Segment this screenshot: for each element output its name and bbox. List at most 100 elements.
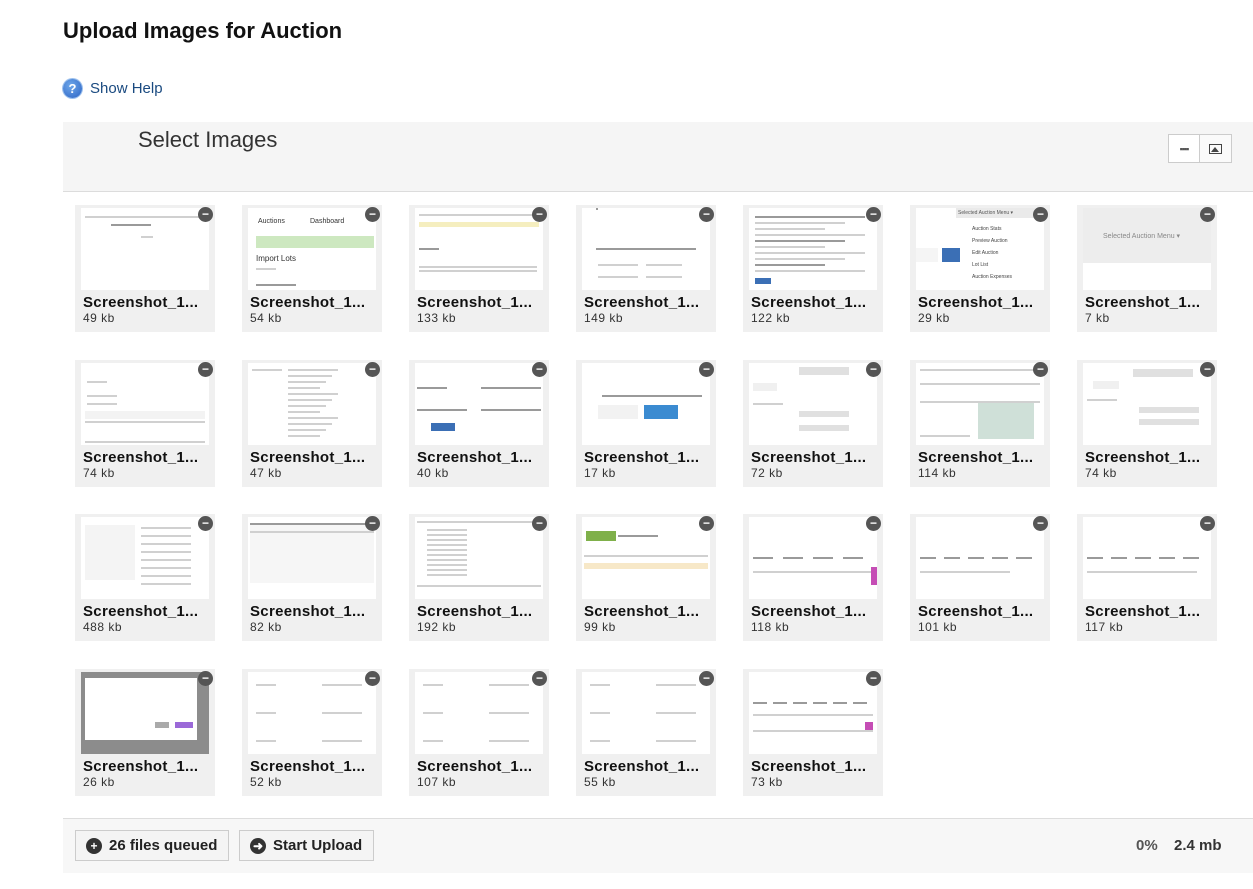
thumb-line xyxy=(598,276,638,278)
add-icon: + xyxy=(86,837,102,854)
file-tile[interactable]: Screenshot_1... 133 kb − xyxy=(409,205,549,332)
thumb-line xyxy=(753,714,873,716)
file-tile[interactable]: Selected Auction Menu ▾ Screenshot_1... 7 … xyxy=(1077,205,1217,332)
file-tile[interactable]: Screenshot_1... 26 kb − xyxy=(75,669,215,796)
file-tile[interactable]: Screenshot_1... 118 kb − xyxy=(743,514,883,641)
thumb-line xyxy=(813,557,833,559)
thumb-line xyxy=(755,228,825,230)
file-tile[interactable]: Screenshot_1... 74 kb − xyxy=(75,360,215,487)
file-size: 55 kb xyxy=(584,775,616,789)
remove-file-icon[interactable]: − xyxy=(866,516,881,531)
show-help-label[interactable]: Show Help xyxy=(90,80,163,97)
file-thumbnail xyxy=(81,672,209,754)
file-name: Screenshot_1... xyxy=(1085,603,1201,620)
thumb-line xyxy=(755,270,865,272)
remove-file-icon[interactable]: − xyxy=(532,362,547,377)
thumb-block xyxy=(942,248,960,262)
thumb-block xyxy=(799,411,849,417)
thumb-line xyxy=(843,557,863,559)
remove-file-icon[interactable]: − xyxy=(365,516,380,531)
file-tile[interactable]: Screenshot_1... 122 kb − xyxy=(743,205,883,332)
thumb-block xyxy=(755,278,771,284)
grid-view-button[interactable]: ▪▪▪▪ xyxy=(1168,134,1200,163)
file-name: Screenshot_1... xyxy=(918,603,1034,620)
thumb-line xyxy=(755,246,825,248)
start-upload-button[interactable]: ➜ Start Upload xyxy=(239,830,375,861)
file-tile[interactable]: Screenshot_1... 192 kb − xyxy=(409,514,549,641)
file-tile[interactable]: Screenshot_1... 82 kb − xyxy=(242,514,382,641)
remove-file-icon[interactable]: − xyxy=(699,207,714,222)
thumb-line xyxy=(753,557,773,559)
remove-file-icon[interactable]: − xyxy=(198,516,213,531)
file-tile[interactable]: Screenshot_1... 101 kb − xyxy=(910,514,1050,641)
file-thumbnail: Selected Auction Menu ▾ Auction Stats Prev… xyxy=(916,208,1044,290)
remove-file-icon[interactable]: − xyxy=(532,671,547,686)
thumb-line xyxy=(252,369,282,371)
file-tile[interactable]: Screenshot_1... 149 kb − xyxy=(576,205,716,332)
thumb-line xyxy=(288,381,326,383)
file-tile[interactable]: Screenshot_1... 114 kb − xyxy=(910,360,1050,487)
show-help-link[interactable]: ? Show Help xyxy=(63,79,163,98)
remove-file-icon[interactable]: − xyxy=(365,671,380,686)
remove-file-icon[interactable]: − xyxy=(1033,207,1048,222)
thumb-line xyxy=(920,571,1010,573)
remove-file-icon[interactable]: − xyxy=(699,671,714,686)
file-thumbnail xyxy=(248,672,376,754)
file-tile[interactable]: Screenshot_1... 40 kb − xyxy=(409,360,549,487)
thumb-line xyxy=(1183,557,1199,559)
file-tile[interactable]: Screenshot_1... 55 kb − xyxy=(576,669,716,796)
file-tile[interactable]: Screenshot_1... 47 kb − xyxy=(242,360,382,487)
remove-file-icon[interactable]: − xyxy=(198,362,213,377)
remove-file-icon[interactable]: − xyxy=(866,362,881,377)
thumb-line xyxy=(753,702,767,704)
file-tile[interactable]: Selected Auction Menu ▾ Auction Stats Prev… xyxy=(910,205,1050,332)
remove-file-icon[interactable]: − xyxy=(532,207,547,222)
file-size: 118 kb xyxy=(751,620,790,634)
file-name: Screenshot_1... xyxy=(250,449,366,466)
files-queued-button[interactable]: + 26 files queued xyxy=(75,830,230,861)
remove-file-icon[interactable]: − xyxy=(1033,516,1048,531)
thumb-line xyxy=(992,557,1008,559)
remove-file-icon[interactable]: − xyxy=(699,362,714,377)
remove-file-icon[interactable]: − xyxy=(1200,362,1215,377)
file-tile[interactable]: Screenshot_1... 73 kb − xyxy=(743,669,883,796)
file-tile[interactable]: Auctions Dashboard Import Lots Screenshot_1… xyxy=(242,205,382,332)
thumb-block xyxy=(417,379,447,387)
file-tile[interactable]: Screenshot_1... 117 kb − xyxy=(1077,514,1217,641)
thumb-line xyxy=(85,216,205,218)
thumb-block xyxy=(1133,369,1193,377)
remove-file-icon[interactable]: − xyxy=(1033,362,1048,377)
remove-file-icon[interactable]: − xyxy=(1200,516,1215,531)
file-tile[interactable]: Screenshot_1... 488 kb − xyxy=(75,514,215,641)
thumb-line xyxy=(755,252,865,254)
thumb-line xyxy=(656,712,696,714)
thumb-line xyxy=(288,369,338,371)
thumb-line xyxy=(853,702,867,704)
remove-file-icon[interactable]: − xyxy=(365,362,380,377)
thumb-line xyxy=(427,529,467,531)
remove-file-icon[interactable]: − xyxy=(365,207,380,222)
file-tile[interactable]: Screenshot_1... 107 kb − xyxy=(409,669,549,796)
file-tile[interactable]: Screenshot_1... 52 kb − xyxy=(242,669,382,796)
thumb-line xyxy=(141,575,191,577)
remove-file-icon[interactable]: − xyxy=(198,207,213,222)
remove-file-icon[interactable]: − xyxy=(866,207,881,222)
remove-file-icon[interactable]: − xyxy=(1200,207,1215,222)
remove-file-icon[interactable]: − xyxy=(532,516,547,531)
file-tile[interactable]: Screenshot_1... 99 kb − xyxy=(576,514,716,641)
thumb-text: Selected Auction Menu ▾ xyxy=(958,210,1014,216)
image-view-button[interactable] xyxy=(1200,134,1232,163)
file-thumbnail xyxy=(582,672,710,754)
thumb-line xyxy=(656,684,696,686)
remove-file-icon[interactable]: − xyxy=(198,671,213,686)
file-tile[interactable]: Screenshot_1... 17 kb − xyxy=(576,360,716,487)
thumb-line xyxy=(322,684,362,686)
file-tile[interactable]: Screenshot_1... 72 kb − xyxy=(743,360,883,487)
thumb-line xyxy=(920,435,970,437)
remove-file-icon[interactable]: − xyxy=(699,516,714,531)
file-tile[interactable]: Screenshot_1... 74 kb − xyxy=(1077,360,1217,487)
file-thumbnail xyxy=(749,363,877,445)
thumb-line xyxy=(596,208,598,210)
remove-file-icon[interactable]: − xyxy=(866,671,881,686)
file-tile[interactable]: Screenshot_1... 49 kb − xyxy=(75,205,215,332)
